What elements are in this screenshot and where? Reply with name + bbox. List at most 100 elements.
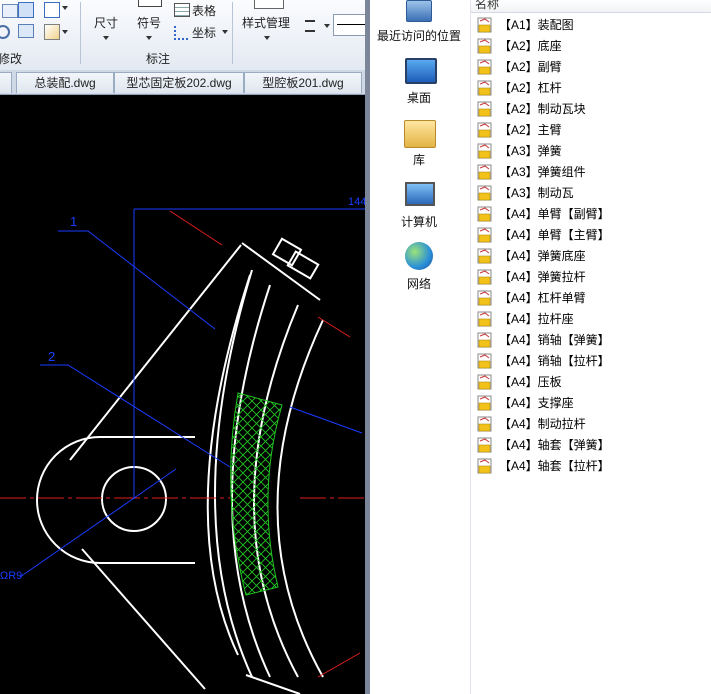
dropdown-arrow-icon[interactable] — [62, 6, 68, 10]
file-name: 【A2】制动瓦块 — [499, 102, 586, 116]
dropdown-arrow-icon[interactable] — [62, 30, 68, 34]
radius-leader — [19, 468, 177, 578]
nav-desktop[interactable]: 桌面 — [370, 56, 468, 105]
file-name: 【A2】杠杆 — [499, 81, 562, 95]
cad-application: 修改 尺寸 符号 表格 坐标 标注 样式管理 总装配.dwg 型芯固定板202.… — [0, 0, 365, 694]
column-header-name[interactable]: 名称 — [471, 0, 711, 13]
radial-centerline-bottom — [317, 652, 361, 678]
coordinate-dropdown-icon[interactable] — [222, 30, 228, 34]
style-manager-button[interactable]: 样式管理 — [242, 14, 290, 31]
dimension-dropdown-icon[interactable] — [103, 36, 109, 40]
dimension-button[interactable]: 尺寸 — [94, 14, 118, 31]
line-style-dropdown-icon[interactable] — [324, 24, 330, 28]
file-name: 【A4】轴套【拉杆】 — [499, 459, 610, 473]
nav-network[interactable]: 网络 — [370, 242, 468, 291]
file-name: 【A3】制动瓦 — [499, 186, 574, 200]
file-name: 【A4】支撑座 — [499, 396, 574, 410]
file-name: 【A4】销轴【拉杆】 — [499, 354, 610, 368]
leader-2 — [40, 364, 231, 468]
file-name: 【A3】弹簧组件 — [499, 165, 586, 179]
dwg-file-icon — [477, 437, 492, 453]
dwg-file-icon — [477, 38, 492, 54]
file-name: 【A2】副臂 — [499, 60, 562, 74]
hatched-lining — [230, 392, 283, 596]
network-icon — [405, 242, 433, 270]
dimension-text-top: 144 — [348, 196, 365, 208]
dwg-file-icon — [477, 374, 492, 390]
dwg-file-icon — [477, 122, 492, 138]
nav-recent-places[interactable]: 最近访问的位置 — [370, 0, 468, 44]
ribbon-separator — [232, 2, 233, 64]
dwg-file-icon — [477, 332, 492, 348]
arm-lower-line — [81, 548, 206, 690]
line-weight-selector[interactable] — [333, 14, 365, 36]
ribbon-toolbar: 修改 尺寸 符号 表格 坐标 标注 样式管理 — [0, 0, 365, 71]
rotate-icon[interactable] — [0, 25, 10, 39]
select-box-icon[interactable] — [44, 2, 60, 18]
navigation-pane: 最近访问的位置 桌面 库 计算机 网络 — [370, 0, 468, 694]
drawing-canvas[interactable]: 1 2 144 ΩR9 — [0, 95, 365, 694]
pivot-boss-outline — [36, 436, 195, 564]
file-name: 【A4】弹簧拉杆 — [499, 270, 586, 284]
file-name: 【A4】销轴【弹簧】 — [499, 333, 610, 347]
table-button[interactable]: 表格 — [192, 2, 216, 19]
dwg-file-icon — [477, 17, 492, 33]
nav-computer[interactable]: 计算机 — [370, 180, 468, 229]
dwg-file-icon — [477, 101, 492, 117]
file-name: 【A4】弹簧底座 — [499, 249, 586, 263]
tab-assembly[interactable]: 总装配.dwg — [16, 72, 114, 93]
style-manager-dropdown-icon[interactable] — [264, 36, 270, 40]
dwg-file-icon — [477, 311, 492, 327]
move-icon[interactable] — [2, 4, 18, 18]
cad-drawing: 1 2 144 ΩR9 — [0, 196, 365, 694]
coordinate-button[interactable]: 坐标 — [192, 24, 216, 41]
modify-group-label: 修改 — [0, 52, 23, 66]
file-name: 【A4】制动拉杆 — [499, 417, 586, 431]
line-weight-preview — [337, 24, 365, 25]
file-name: 【A1】装配图 — [499, 18, 574, 32]
shoe-bottom-edge — [245, 674, 301, 694]
computer-icon — [405, 182, 435, 206]
dwg-file-icon — [477, 227, 492, 243]
dwg-file-icon — [477, 458, 492, 474]
rectangle-icon[interactable] — [18, 2, 34, 18]
label-1: 1 — [70, 214, 77, 229]
file-list: 名称 【A1】装配图 【A2】底座 【A2】副臂 【A2】杠杆【A2】制动瓦块 【A2】… — [470, 0, 711, 694]
dwg-file-icon — [477, 206, 492, 222]
dwg-file-icon — [477, 395, 492, 411]
radial-centerline-right — [317, 316, 351, 338]
copy-icon[interactable] — [18, 24, 34, 38]
edit-icon[interactable] — [44, 24, 60, 40]
desktop-icon — [405, 58, 437, 84]
symbol-icon — [138, 0, 162, 7]
ribbon-separator — [80, 2, 81, 64]
dwg-file-icon — [477, 353, 492, 369]
nav-library[interactable]: 库 — [370, 118, 468, 167]
file-name: 【A3】弹簧 — [499, 144, 562, 158]
symbol-dropdown-icon[interactable] — [146, 36, 152, 40]
dwg-file-icon — [477, 248, 492, 264]
dwg-file-icon — [477, 143, 492, 159]
line-style-icon[interactable] — [305, 20, 315, 32]
dwg-file-icon — [477, 290, 492, 306]
radial-centerline-top — [169, 210, 223, 246]
dwg-file-icon — [477, 59, 492, 75]
tab-cavity-plate[interactable]: 型腔板201.dwg — [244, 72, 362, 93]
library-icon — [404, 120, 436, 148]
leader-right — [289, 406, 363, 434]
annotation-group-label: 标注 — [146, 52, 171, 66]
file-name: 【A2】底座 — [499, 39, 562, 53]
dwg-file-icon — [477, 80, 492, 96]
style-manager-icon — [254, 0, 284, 9]
table-icon — [174, 3, 190, 17]
leader-1 — [58, 230, 216, 330]
arm-upper-line — [69, 244, 242, 461]
doc-tab-left-partial[interactable] — [0, 72, 12, 93]
coordinate-icon — [174, 26, 188, 40]
file-name: 【A2】主臂 — [499, 123, 562, 137]
symbol-button[interactable]: 符号 — [137, 14, 161, 31]
recent-places-icon — [406, 0, 432, 22]
tab-core-plate[interactable]: 型芯固定板202.dwg — [114, 72, 244, 93]
file-name: 【A4】单臂【主臂】 — [499, 228, 610, 242]
file-name: 【A4】压板 — [499, 375, 562, 389]
